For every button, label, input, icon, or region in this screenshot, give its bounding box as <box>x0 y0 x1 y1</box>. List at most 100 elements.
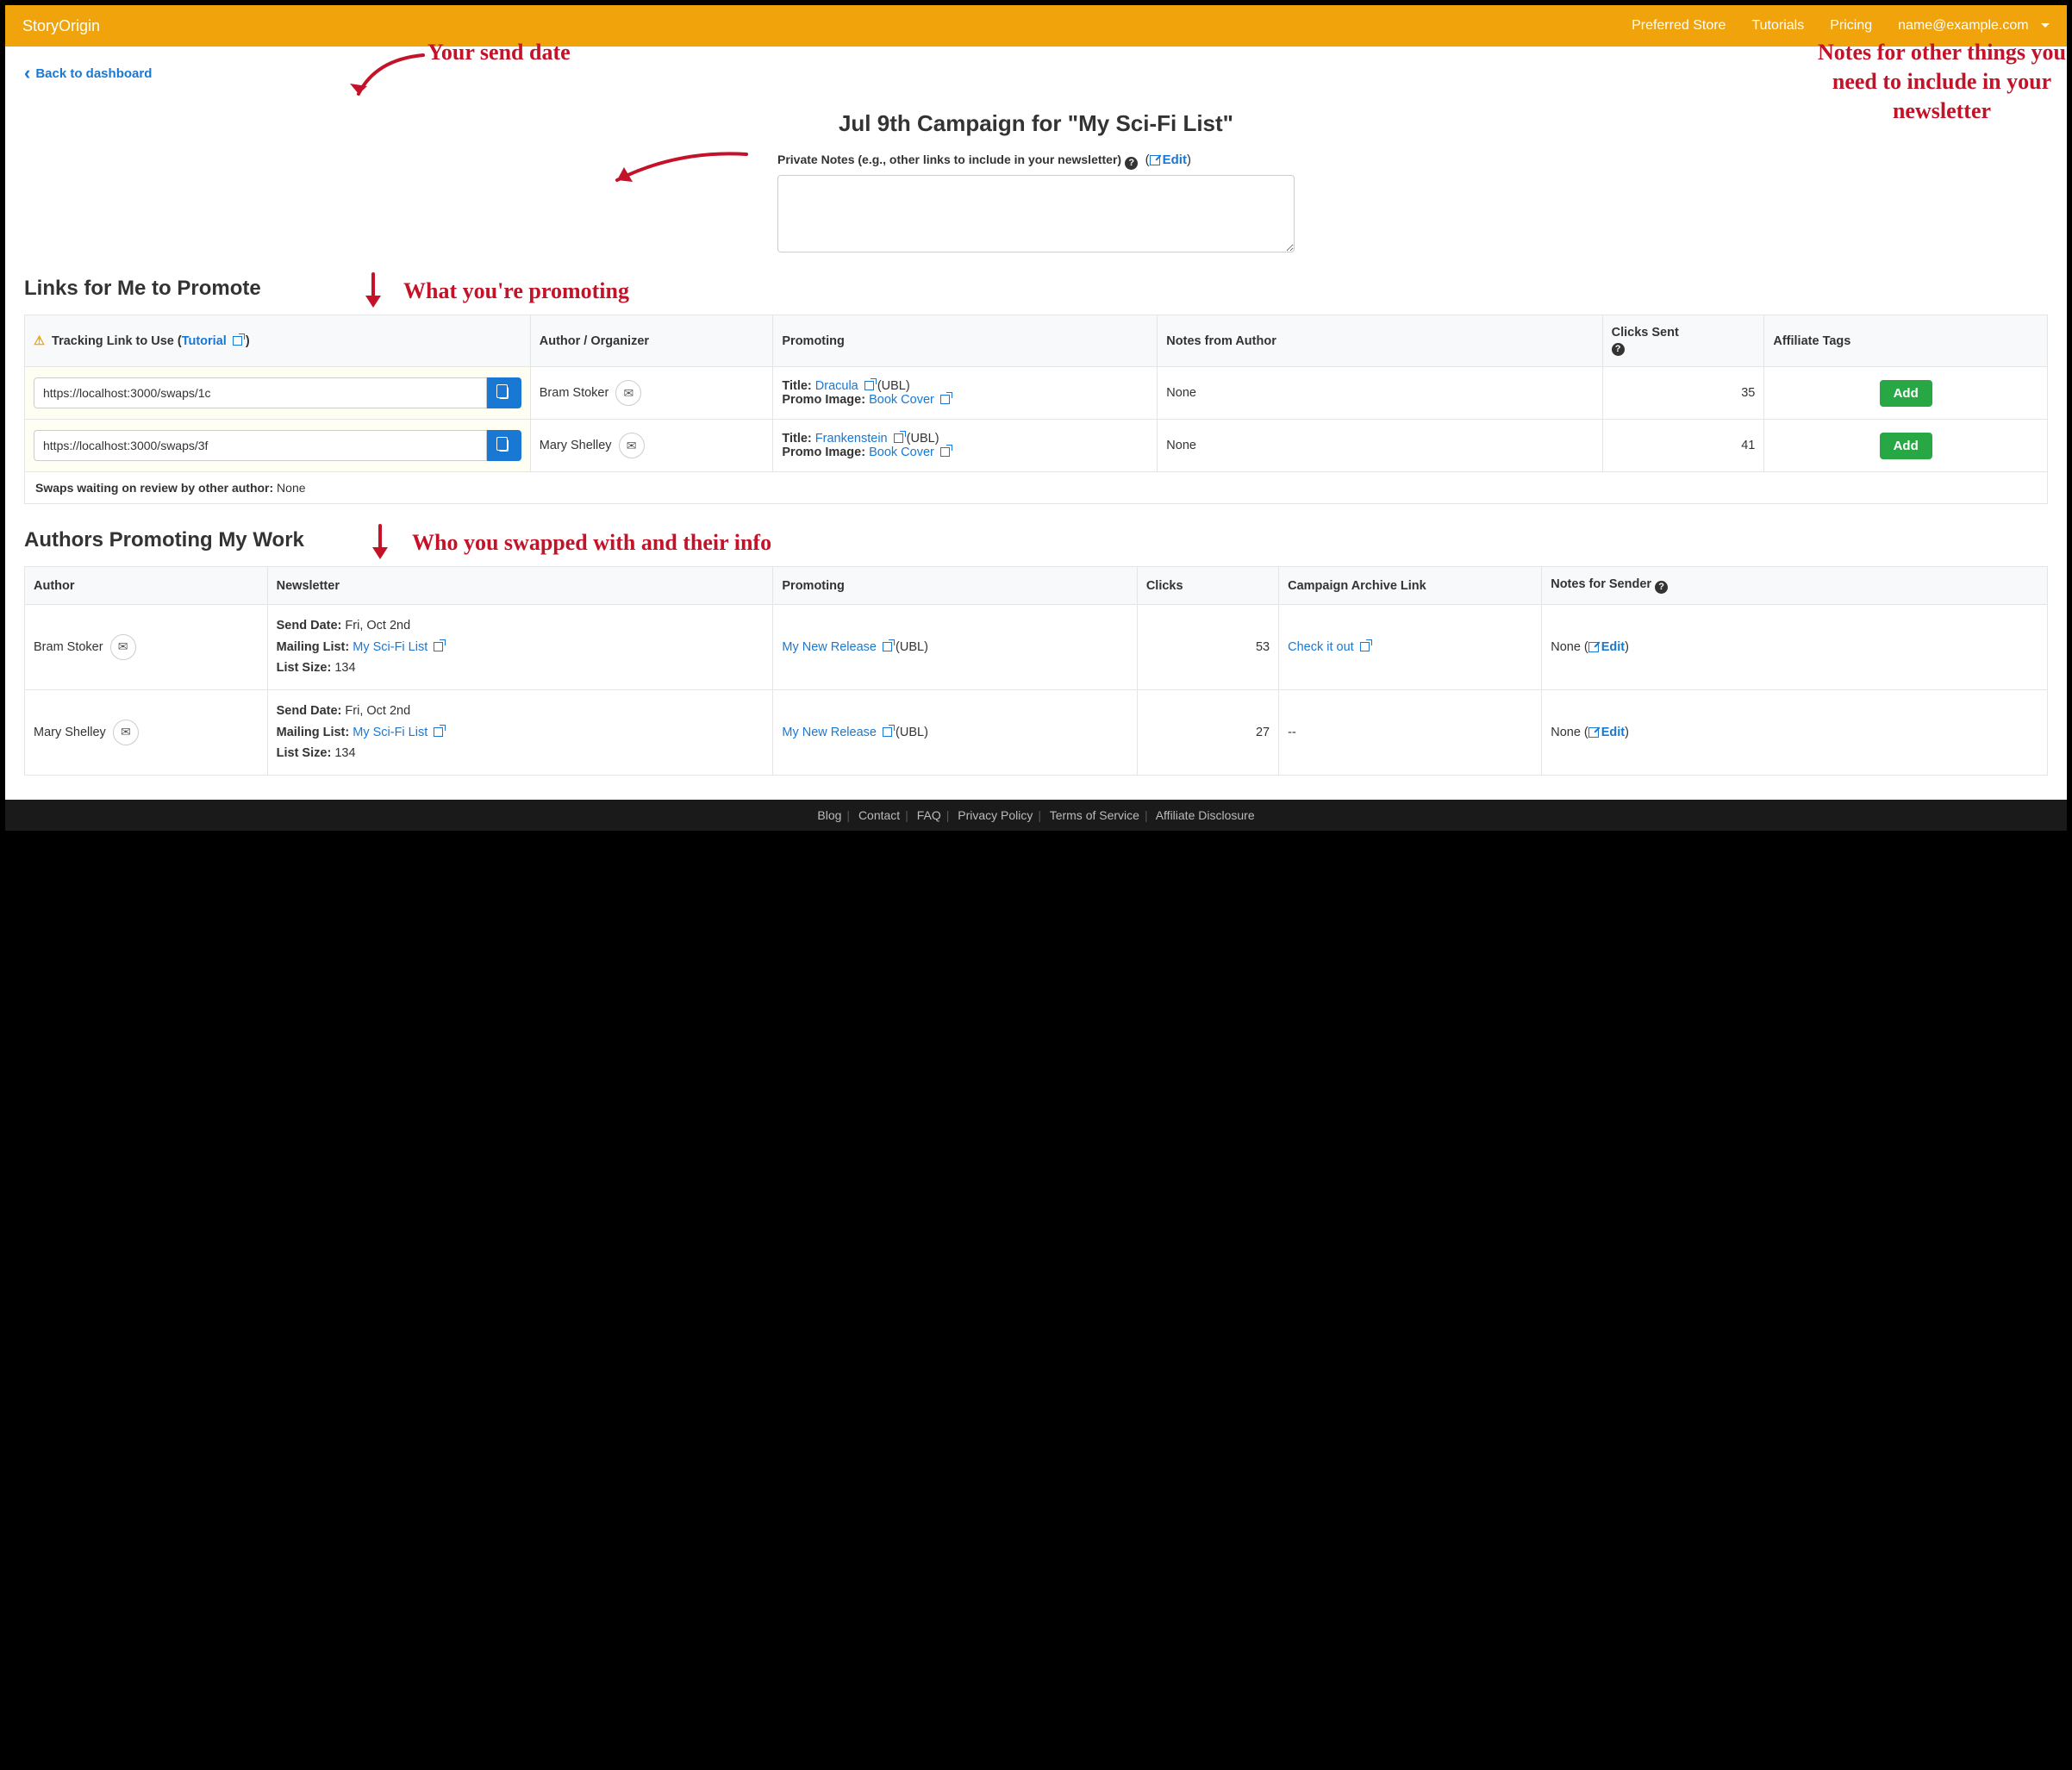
col-tags: Affiliate Tags <box>1764 315 2048 367</box>
mail-button[interactable]: ✉ <box>615 380 641 406</box>
copy-button[interactable] <box>487 430 521 461</box>
external-link-icon <box>894 433 903 443</box>
clicks-cell: 35 <box>1602 367 1764 420</box>
col-clicks: Clicks <box>1137 567 1278 605</box>
promote-table: ⚠ Tracking Link to Use (Tutorial ) Autho… <box>24 315 2048 472</box>
mail-button[interactable]: ✉ <box>110 634 136 660</box>
footer-link[interactable]: Terms of Service <box>1050 808 1139 822</box>
top-bar: StoryOrigin Preferred Store Tutorials Pr… <box>5 5 2067 47</box>
section-title-promote: Links for Me to Promote <box>24 277 2048 301</box>
user-email: name@example.com <box>1898 18 2028 33</box>
col-author: Author / Organizer <box>530 315 773 367</box>
swaps-waiting-footer: Swaps waiting on review by other author:… <box>24 472 2048 504</box>
table-row: Mary Shelley ✉ Send Date: Fri, Oct 2nd M… <box>25 689 2048 775</box>
warning-icon: ⚠ <box>34 334 45 348</box>
notes-cell: None <box>1158 420 1602 472</box>
external-link-icon <box>940 395 950 404</box>
col-notes-sender: Notes for Sender ? <box>1542 567 2048 605</box>
external-link-icon <box>864 381 874 390</box>
help-icon[interactable]: ? <box>1655 581 1668 594</box>
archive-cell: -- <box>1279 689 1542 775</box>
external-link-icon <box>1360 642 1370 651</box>
private-notes-textarea[interactable] <box>777 175 1295 252</box>
clicks-cell: 53 <box>1137 605 1278 690</box>
caret-down-icon <box>2041 23 2050 28</box>
help-icon[interactable]: ? <box>1612 343 1625 356</box>
col-notes: Notes from Author <box>1158 315 1602 367</box>
col-author: Author <box>25 567 268 605</box>
tracking-url-input[interactable] <box>34 377 487 408</box>
table-row: Mary Shelley ✉ Title: Frankenstein (UBL)… <box>25 420 2048 472</box>
author-name: Bram Stoker <box>34 640 103 654</box>
edit-icon <box>1588 642 1599 652</box>
clicks-cell: 27 <box>1137 689 1278 775</box>
col-promoting: Promoting <box>773 315 1158 367</box>
arrow-icon <box>341 47 436 107</box>
back-to-dashboard-link[interactable]: Back to dashboard <box>24 66 152 81</box>
brand-logo[interactable]: StoryOrigin <box>22 17 1632 35</box>
help-icon[interactable]: ? <box>1125 157 1138 170</box>
external-link-icon <box>883 642 892 651</box>
page-title: Jul 9th Campaign for "My Sci-Fi List" <box>24 110 2048 137</box>
mailing-list-link[interactable]: My Sci-Fi List <box>353 640 443 654</box>
col-archive: Campaign Archive Link <box>1279 567 1542 605</box>
mail-button[interactable]: ✉ <box>619 433 645 458</box>
nav-pricing[interactable]: Pricing <box>1830 18 1872 34</box>
envelope-icon: ✉ <box>121 725 131 739</box>
col-newsletter: Newsletter <box>267 567 773 605</box>
footer-link[interactable]: Privacy Policy <box>958 808 1033 822</box>
external-link-icon <box>434 727 443 737</box>
clicks-cell: 41 <box>1602 420 1764 472</box>
add-button[interactable]: Add <box>1880 433 1932 459</box>
nav-preferred-store[interactable]: Preferred Store <box>1632 18 1726 34</box>
mail-button[interactable]: ✉ <box>113 720 139 745</box>
footer: Blog| Contact| FAQ| Privacy Policy| Term… <box>5 800 2067 831</box>
title-link[interactable]: Dracula <box>815 379 874 393</box>
tracking-url-input[interactable] <box>34 430 487 461</box>
promoters-table: Author Newsletter Promoting Clicks Campa… <box>24 566 2048 776</box>
envelope-icon: ✉ <box>118 639 128 654</box>
arrow-icon <box>600 146 755 197</box>
archive-link[interactable]: Check it out <box>1288 640 1370 654</box>
footer-link[interactable]: Contact <box>858 808 900 822</box>
author-name: Mary Shelley <box>540 439 612 452</box>
promoting-link[interactable]: My New Release <box>782 640 892 654</box>
edit-notes-link[interactable]: Edit <box>1601 726 1625 739</box>
nav-user-menu[interactable]: name@example.com <box>1898 18 2050 34</box>
edit-notes-link[interactable]: Edit <box>1163 153 1187 167</box>
col-tracking-link: ⚠ Tracking Link to Use (Tutorial ) <box>25 315 531 367</box>
add-button[interactable]: Add <box>1880 380 1932 407</box>
footer-link[interactable]: FAQ <box>917 808 941 822</box>
col-clicks: Clicks Sent? <box>1602 315 1764 367</box>
author-name: Mary Shelley <box>34 726 106 739</box>
col-promoting: Promoting <box>773 567 1137 605</box>
section-title-promoters: Authors Promoting My Work <box>24 528 2048 552</box>
external-link-icon <box>434 642 443 651</box>
edit-notes-link[interactable]: Edit <box>1601 640 1625 654</box>
copy-icon <box>499 387 509 399</box>
envelope-icon: ✉ <box>627 439 637 453</box>
edit-icon <box>1150 155 1160 165</box>
copy-icon <box>499 439 509 452</box>
footer-link[interactable]: Affiliate Disclosure <box>1156 808 1255 822</box>
notes-label: Private Notes (e.g., other links to incl… <box>777 153 1121 166</box>
copy-button[interactable] <box>487 377 521 408</box>
tutorial-link[interactable]: Tutorial <box>182 334 242 348</box>
footer-link[interactable]: Blog <box>817 808 841 822</box>
notes-cell: None <box>1158 367 1602 420</box>
envelope-icon: ✉ <box>623 386 633 401</box>
external-link-icon <box>940 447 950 457</box>
table-row: Bram Stoker ✉ Send Date: Fri, Oct 2nd Ma… <box>25 605 2048 690</box>
title-link[interactable]: Frankenstein <box>815 432 903 446</box>
private-notes-block: Private Notes (e.g., other links to incl… <box>777 153 1295 256</box>
promoting-link[interactable]: My New Release <box>782 726 892 739</box>
external-link-icon <box>883 727 892 737</box>
mailing-list-link[interactable]: My Sci-Fi List <box>353 726 443 739</box>
table-row: Bram Stoker ✉ Title: Dracula (UBL) Promo… <box>25 367 2048 420</box>
promo-image-link[interactable]: Book Cover <box>869 446 950 459</box>
external-link-icon <box>233 336 242 346</box>
nav-tutorials[interactable]: Tutorials <box>1751 18 1804 34</box>
edit-icon <box>1588 727 1599 738</box>
promo-image-link[interactable]: Book Cover <box>869 393 950 407</box>
author-name: Bram Stoker <box>540 386 609 400</box>
